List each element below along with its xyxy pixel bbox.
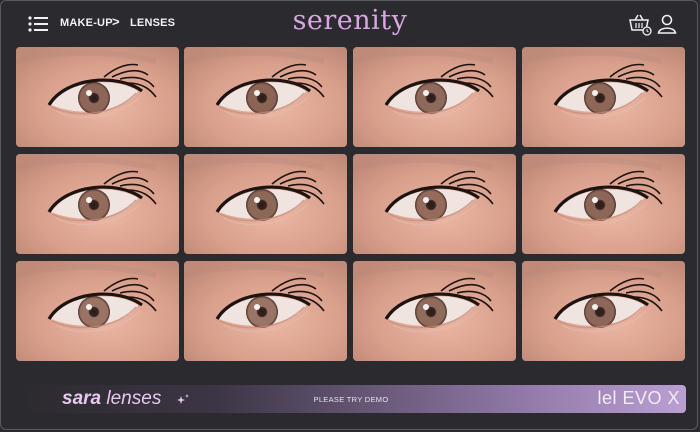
lens-tile[interactable] (353, 47, 516, 147)
eye-photo (16, 261, 179, 361)
eye-photo (184, 47, 347, 147)
eye-photo (522, 154, 685, 254)
eye-photo (16, 154, 179, 254)
brand-logo[interactable]: serenity (0, 5, 700, 36)
basket-clock-icon[interactable] (628, 14, 652, 36)
eye-photo (184, 154, 347, 254)
lens-tile[interactable] (522, 154, 685, 254)
lens-tile[interactable] (353, 261, 516, 361)
lens-gallery (16, 47, 686, 365)
try-demo-link[interactable]: PLEASE TRY DEMO (16, 395, 686, 404)
eye-photo (16, 47, 179, 147)
lens-tile[interactable] (184, 261, 347, 361)
user-icon[interactable] (657, 14, 677, 34)
footer-banner: sara lenses PLEASE TRY DEMO lel EVO X (16, 385, 686, 413)
eye-photo (522, 261, 685, 361)
eye-photo (522, 47, 685, 147)
lens-tile[interactable] (353, 154, 516, 254)
partner-logo: lel EVO X (597, 388, 680, 408)
eye-photo (184, 261, 347, 361)
lens-tile[interactable] (184, 154, 347, 254)
lens-tile[interactable] (16, 47, 179, 147)
lens-tile[interactable] (522, 261, 685, 361)
header: MAKE-UP > LENSES serenity (0, 0, 700, 46)
lens-tile[interactable] (184, 47, 347, 147)
eye-photo (353, 261, 516, 361)
lens-tile[interactable] (16, 154, 179, 254)
lens-tile[interactable] (522, 47, 685, 147)
eye-photo (353, 47, 516, 147)
eye-photo (353, 154, 516, 254)
lens-tile[interactable] (16, 261, 179, 361)
